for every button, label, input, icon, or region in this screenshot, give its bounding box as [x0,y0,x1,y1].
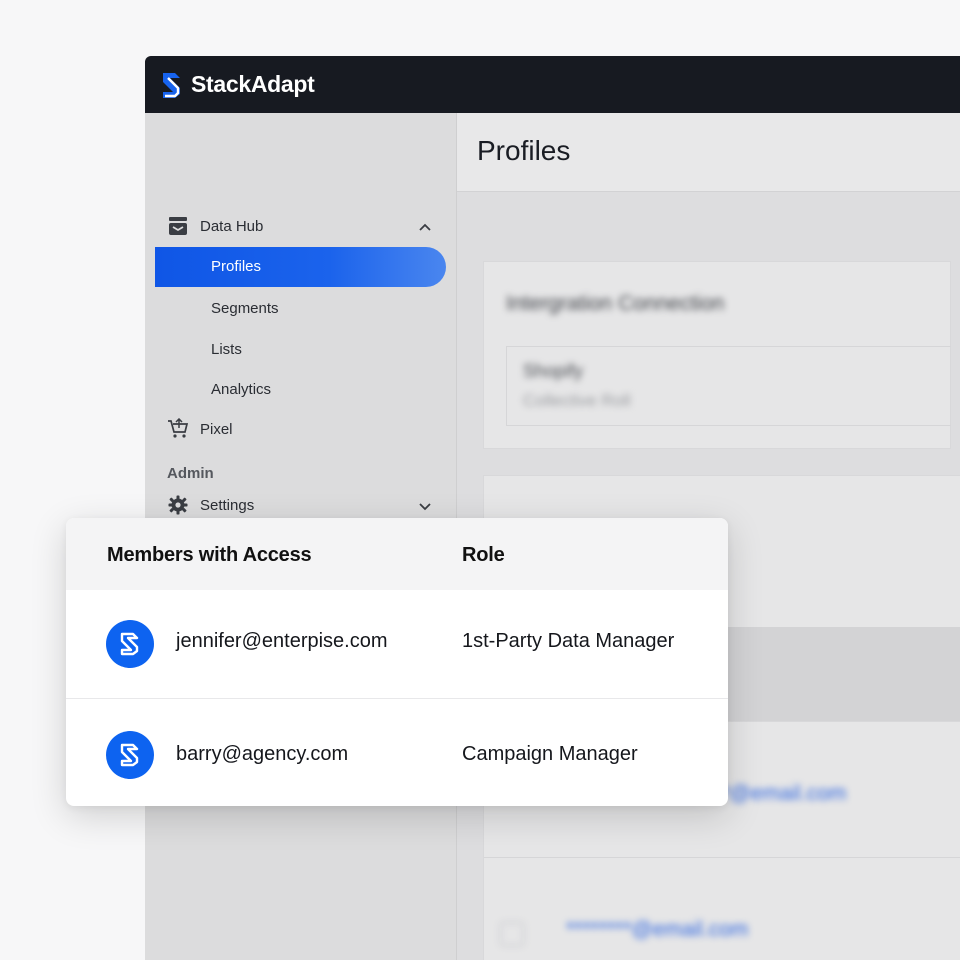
member-email: jennifer@enterpise.com [176,630,388,652]
row-divider [484,857,960,858]
row-checkbox[interactable] [500,922,524,946]
chevron-up-icon[interactable] [418,222,432,232]
column-header-members: Members with Access [107,544,312,566]
integration-card: Intergration Connection Shopify Collecti… [483,261,951,449]
member-role: Campaign Manager [462,743,638,765]
integration-subtitle: Collective Roll [523,391,631,410]
email-link[interactable]: ********@email.com [566,918,748,942]
section-label-admin: Admin [167,465,214,482]
avatar [106,620,154,668]
sidebar-item-lists[interactable]: Lists [211,341,242,358]
page-title: Profiles [477,135,571,166]
brand-name: StackAdapt [191,71,315,97]
column-header-role: Role [462,544,505,566]
sidebar-item-profiles[interactable]: Profiles [155,247,446,287]
chevron-down-icon[interactable] [418,501,432,511]
stackadapt-logo-icon [163,72,180,98]
member-email: barry@agency.com [176,743,349,765]
integration-title: Intergration Connection [506,292,725,315]
sidebar-item-label: Settings [200,496,255,514]
sidebar-item-label: Data Hub [200,217,264,235]
sidebar-item-settings[interactable]: Settings [167,494,254,516]
sidebar-item-segments[interactable]: Segments [211,300,279,317]
sidebar-item-label: Profiles [211,258,262,275]
sidebar-item-label: Pixel [200,420,233,438]
integration-row[interactable]: Shopify Collective Roll [506,346,951,426]
stackadapt-logo-icon [120,743,139,767]
sidebar-item-pixel[interactable]: Pixel [167,418,233,440]
top-bar: StackAdapt [145,56,960,113]
cart-icon [167,418,189,440]
members-access-popup: Members with Access Role jennifer@enterp… [66,518,728,806]
sidebar-item-analytics[interactable]: Analytics [211,381,271,398]
database-icon [167,215,189,237]
table-row[interactable]: barry@agency.com Campaign Manager [66,698,728,806]
avatar [106,731,154,779]
table-row[interactable]: jennifer@enterpise.com 1st-Party Data Ma… [66,590,728,698]
stackadapt-logo-icon [120,632,139,656]
brand[interactable]: StackAdapt [159,70,315,100]
app-window: StackAdapt Data Hub Profiles Segments Li… [145,56,960,960]
sidebar-item-data-hub[interactable]: Data Hub [167,215,263,237]
popup-header: Members with Access Role [66,518,728,590]
gear-icon [167,494,189,516]
main-header: Profiles [457,113,960,192]
integration-name: Shopify [523,361,584,381]
member-role: 1st-Party Data Manager [462,630,675,652]
